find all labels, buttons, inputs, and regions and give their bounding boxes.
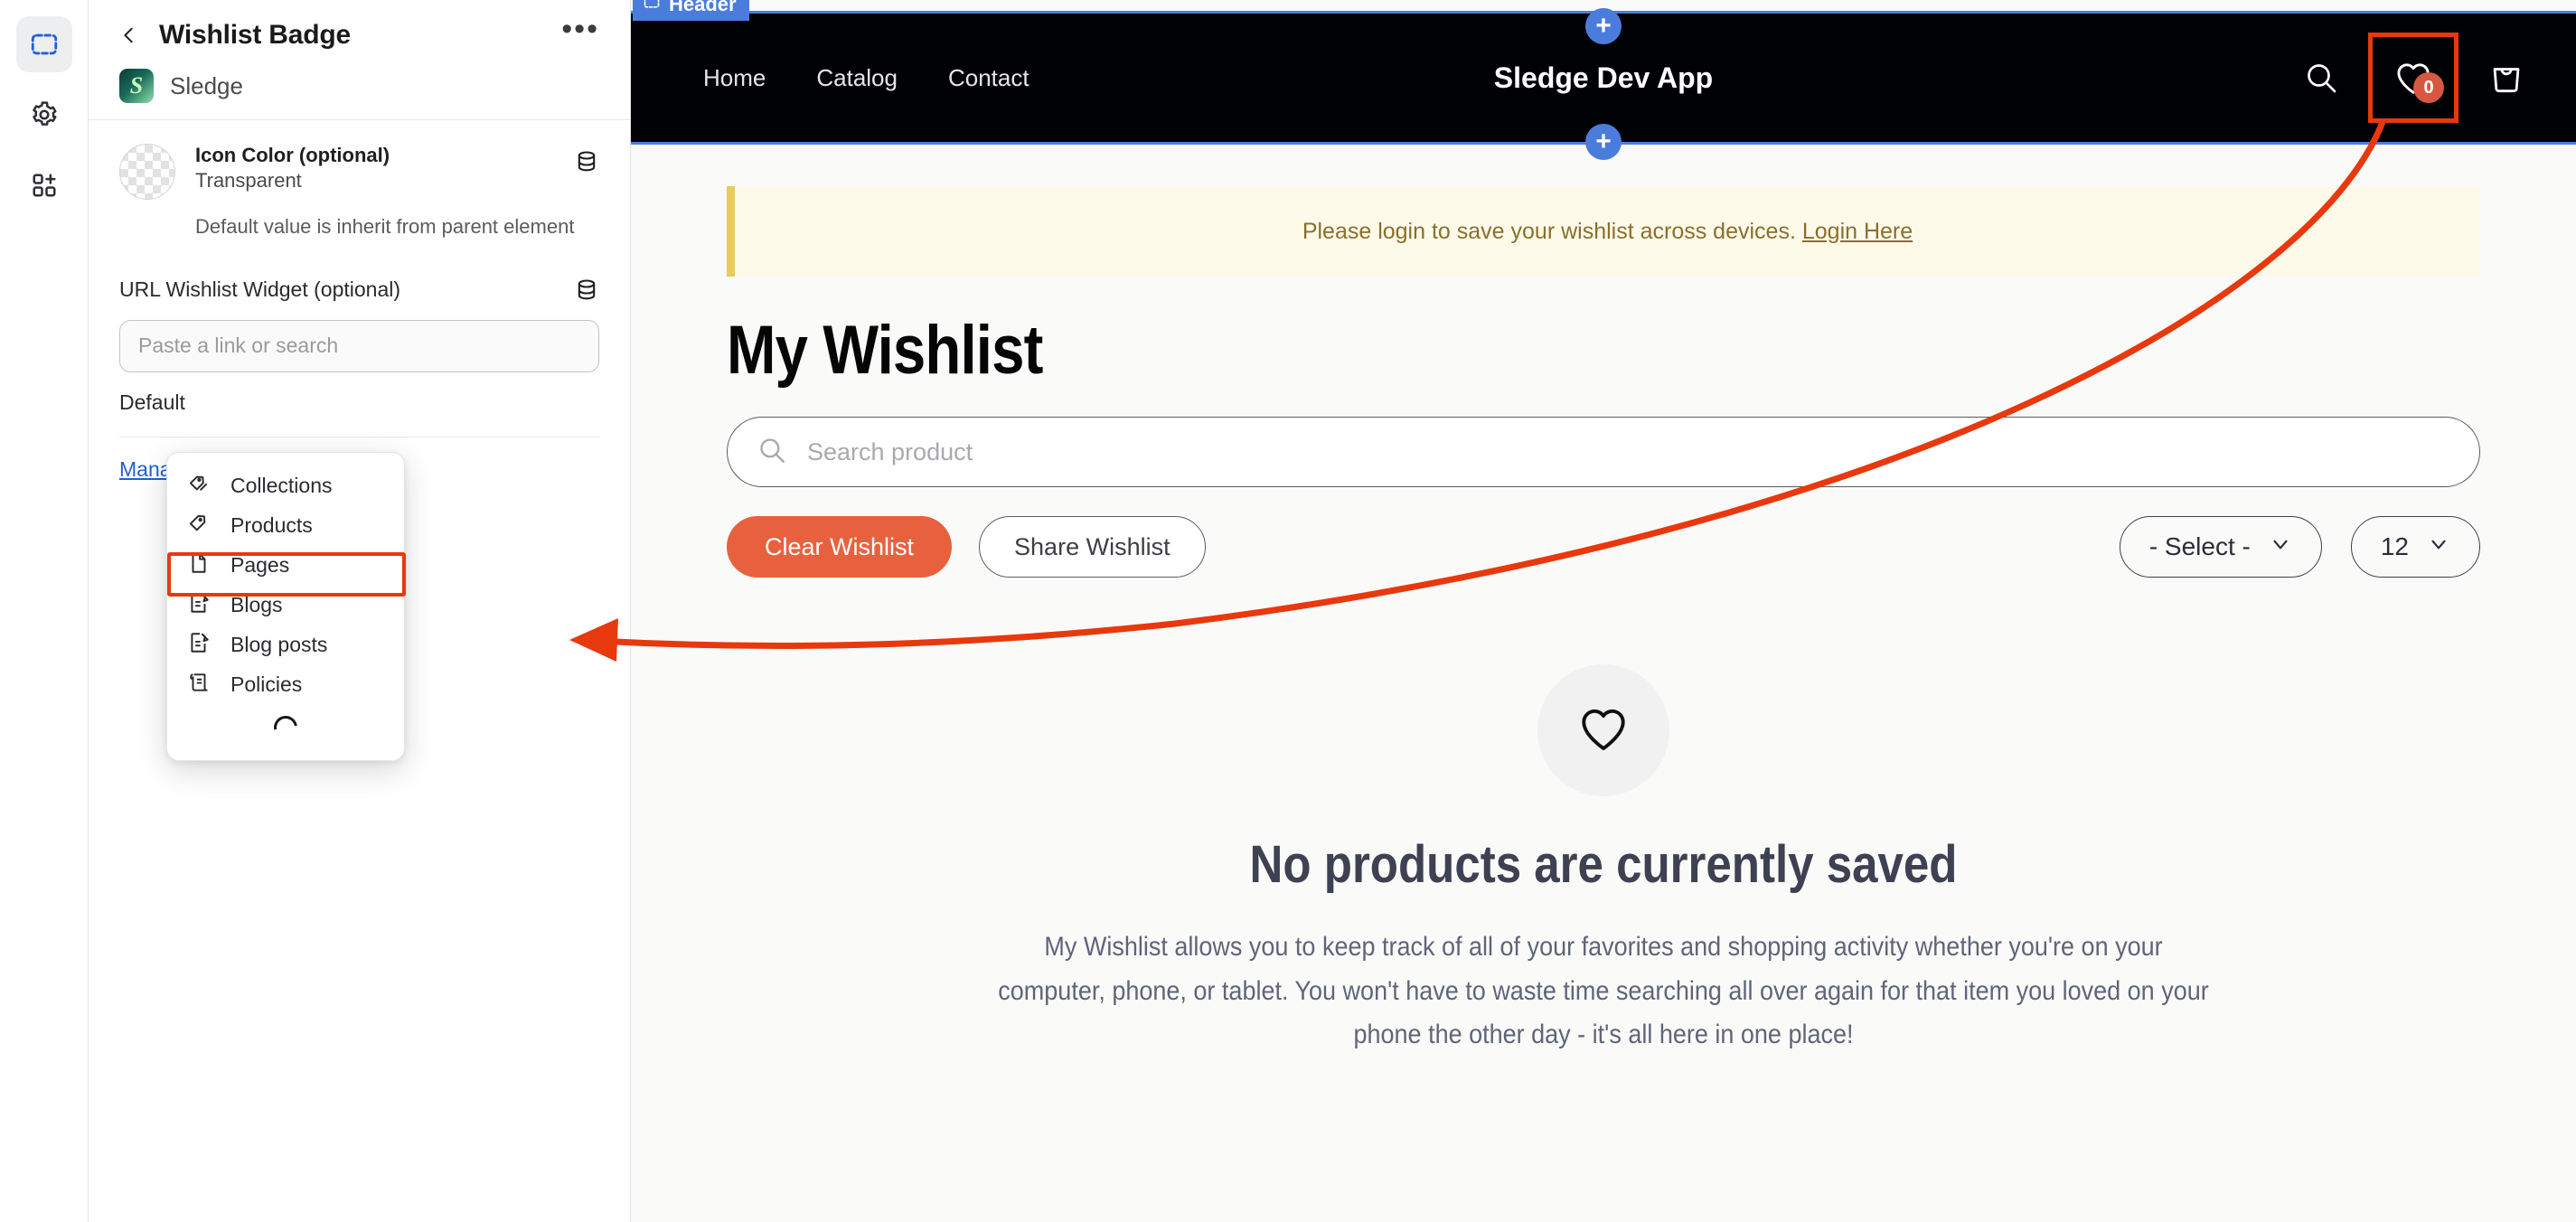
empty-state-title: No products are currently saved bbox=[1249, 835, 1958, 894]
tag-icon bbox=[187, 512, 211, 540]
menu-item-blogs[interactable]: Blogs bbox=[167, 585, 404, 625]
add-section-above-button[interactable]: + bbox=[1585, 8, 1622, 44]
menu-item-collections[interactable]: Collections bbox=[167, 465, 404, 505]
sledge-logo-icon: S bbox=[119, 69, 154, 103]
nav-link-home[interactable]: Home bbox=[703, 64, 766, 92]
nav-link-catalog[interactable]: Catalog bbox=[816, 64, 898, 92]
wishlist-actions: Clear Wishlist Share Wishlist - Select -… bbox=[727, 516, 2480, 578]
nav-link-contact[interactable]: Contact bbox=[948, 64, 1029, 92]
database-icon[interactable] bbox=[574, 144, 599, 179]
wishlist-content: My Wishlist Clear Wishlist Share Wishlis… bbox=[631, 311, 2576, 1058]
icon-color-label: Icon Color (optional) bbox=[195, 144, 390, 166]
app-name: Sledge bbox=[170, 71, 243, 99]
sort-select[interactable]: - Select - bbox=[2119, 516, 2322, 578]
panel-header: Wishlist Badge ••• S Sledge bbox=[89, 0, 630, 103]
policies-icon bbox=[187, 671, 211, 699]
app-root: Wishlist Badge ••• S Sledge Icon Color (… bbox=[0, 0, 2576, 1222]
url-widget-field: URL Wishlist Widget (optional) Default M… bbox=[89, 241, 630, 482]
wishlist-count-badge: 0 bbox=[2413, 72, 2444, 103]
empty-state: No products are currently saved My Wishl… bbox=[727, 664, 2480, 1058]
loading-spinner bbox=[167, 704, 404, 751]
store-nav: Home Catalog Contact bbox=[703, 64, 1029, 92]
menu-label: Blogs bbox=[230, 592, 283, 616]
default-label: Default bbox=[119, 390, 185, 414]
header-icons: 0 bbox=[2303, 33, 2525, 123]
menu-label: Blog posts bbox=[230, 632, 328, 656]
page-title: Wishlist Badge bbox=[159, 20, 351, 50]
empty-state-icon-wrap bbox=[1537, 664, 1669, 796]
menu-label: Products bbox=[230, 512, 313, 537]
login-here-link[interactable]: Login Here bbox=[1802, 219, 1913, 245]
section-icon bbox=[643, 0, 661, 16]
sidebar-item-settings[interactable] bbox=[16, 87, 72, 143]
chevron-down-icon bbox=[2269, 532, 2292, 562]
icon-color-value: Transparent bbox=[195, 169, 302, 192]
sidebar-item-apps[interactable] bbox=[16, 157, 72, 213]
header-section-badge-label: Header bbox=[669, 0, 737, 15]
settings-panel: Wishlist Badge ••• S Sledge Icon Color (… bbox=[89, 0, 631, 1222]
wishlist-heart-icon[interactable]: 0 bbox=[2368, 33, 2458, 123]
gear-icon bbox=[30, 100, 59, 129]
share-wishlist-button[interactable]: Share Wishlist bbox=[979, 516, 1206, 578]
sort-select-value: - Select - bbox=[2148, 532, 2251, 560]
blog-edit-icon bbox=[187, 591, 211, 619]
add-section-below-button[interactable]: + bbox=[1585, 124, 1622, 160]
color-swatch[interactable] bbox=[119, 144, 175, 200]
app-identity-row: S Sledge bbox=[119, 69, 599, 103]
storefront-preview: Header + + Home Catalog Contact Sledge D… bbox=[631, 0, 2576, 1222]
filter-selects: - Select - 12 bbox=[2119, 516, 2480, 578]
search-icon[interactable] bbox=[2303, 60, 2339, 96]
icon-color-field: Icon Color (optional) Transparent Defaul… bbox=[89, 120, 630, 241]
left-icon-rail bbox=[0, 0, 89, 1222]
url-widget-input[interactable] bbox=[119, 319, 599, 372]
menu-item-blog-posts[interactable]: Blog posts bbox=[167, 625, 404, 664]
more-options-button[interactable]: ••• bbox=[561, 14, 599, 48]
search-icon bbox=[757, 435, 787, 470]
menu-label: Pages bbox=[230, 552, 290, 577]
sidebar-item-sections[interactable] bbox=[15, 16, 72, 72]
resource-type-menu: Collections Products Pages Blogs Blog po… bbox=[166, 452, 406, 761]
search-input[interactable] bbox=[807, 437, 2450, 466]
per-page-select[interactable]: 12 bbox=[2350, 516, 2480, 578]
sections-icon bbox=[29, 29, 60, 60]
apps-add-icon bbox=[31, 172, 58, 199]
blog-edit-icon bbox=[187, 631, 211, 659]
menu-item-pages[interactable]: Pages bbox=[167, 545, 404, 585]
tag-multiple-icon bbox=[187, 472, 211, 500]
menu-label: Collections bbox=[230, 473, 333, 497]
login-notice-text: Please login to save your wishlist acros… bbox=[1302, 218, 1796, 244]
heart-outline-icon bbox=[1575, 700, 1631, 761]
empty-state-description: My Wishlist allows you to keep track of … bbox=[998, 932, 2209, 1050]
chevron-down-icon bbox=[2427, 532, 2450, 562]
back-button[interactable] bbox=[119, 22, 139, 49]
per-page-select-value: 12 bbox=[2380, 532, 2409, 560]
menu-item-products[interactable]: Products bbox=[167, 505, 404, 545]
wishlist-page-title: My Wishlist bbox=[727, 312, 1043, 389]
database-icon[interactable] bbox=[574, 272, 599, 307]
page-icon bbox=[187, 551, 211, 579]
header-section-badge[interactable]: Header bbox=[633, 0, 749, 21]
menu-label: Policies bbox=[230, 672, 303, 696]
cart-bag-icon[interactable] bbox=[2487, 59, 2525, 97]
url-widget-label: URL Wishlist Widget (optional) bbox=[119, 277, 401, 301]
store-header: Header + + Home Catalog Contact Sledge D… bbox=[631, 0, 2576, 160]
menu-item-policies[interactable]: Policies bbox=[167, 664, 404, 704]
icon-color-helper: Default value is inherit from parent ele… bbox=[195, 215, 575, 238]
product-search-bar[interactable] bbox=[727, 417, 2480, 487]
clear-wishlist-button[interactable]: Clear Wishlist bbox=[727, 516, 953, 578]
login-notice-banner: Please login to save your wishlist acros… bbox=[727, 186, 2480, 277]
